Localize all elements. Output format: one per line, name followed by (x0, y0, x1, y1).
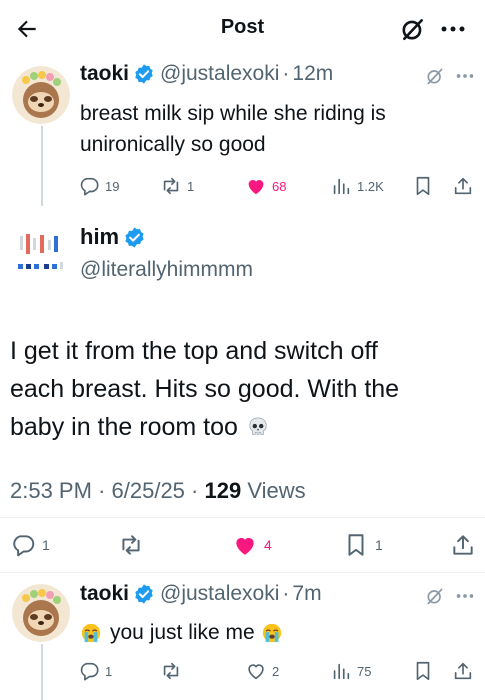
post-time[interactable]: 2:53 PM (10, 478, 92, 503)
divider (0, 517, 485, 518)
handle[interactable]: @justalexoki (160, 62, 279, 86)
reply-button[interactable]: 19 (78, 172, 119, 200)
reply-count: 19 (105, 178, 120, 194)
views-chart-icon (333, 663, 350, 680)
skull-emoji-icon (249, 417, 267, 435)
action-bar: 1 2 75 (0, 657, 485, 685)
like-button[interactable]: 68 (245, 172, 286, 200)
like-count: 4 (264, 537, 272, 553)
views-count: 1.2K (357, 178, 384, 194)
like-count: 2 (272, 663, 280, 679)
reply-icon (80, 177, 99, 196)
timestamp[interactable]: 12m (292, 62, 333, 86)
verified-badge-icon (125, 226, 144, 248)
views-chart-icon (333, 178, 350, 195)
like-count: 68 (272, 178, 287, 194)
heart-filled-icon (248, 180, 264, 195)
post-date[interactable]: 6/25/25 (112, 478, 185, 503)
share-button[interactable] (452, 172, 479, 200)
more-options-icon[interactable] (454, 586, 476, 606)
main-post-text: I get it from the top and switch off eac… (10, 332, 475, 446)
heart-filled-icon (236, 537, 254, 555)
more-options-icon[interactable] (438, 16, 468, 42)
reply-count: 1 (105, 663, 113, 679)
verified-badge-icon (135, 584, 153, 604)
divider (0, 572, 485, 573)
bookmark-button[interactable]: 1 (343, 530, 383, 560)
reply-button[interactable]: 1 (10, 530, 50, 560)
post-text: breast milk sip while she riding is unir… (80, 98, 480, 160)
share-icon (454, 662, 472, 680)
display-name[interactable]: taoki (80, 582, 129, 606)
separator: · (282, 582, 290, 605)
repost-button[interactable] (160, 657, 187, 685)
avatar[interactable] (12, 66, 70, 124)
post-text-line: I get it from the top and switch off (10, 337, 378, 365)
like-button[interactable]: 2 (245, 657, 279, 685)
views-count: 129 (204, 478, 242, 503)
post-text: you just like me (80, 617, 480, 648)
views-button[interactable]: 75 (330, 657, 371, 685)
display-name[interactable]: him (80, 224, 119, 250)
views-label: Views (247, 478, 306, 503)
heart-icon (248, 664, 264, 680)
share-button[interactable] (452, 657, 479, 685)
grok-icon[interactable] (425, 586, 445, 606)
author-row: taoki @justalexoki · 12m (80, 62, 333, 86)
post-text-line: unironically so good (80, 133, 266, 156)
repost-button[interactable]: 1 (160, 172, 194, 200)
display-name[interactable]: taoki (80, 62, 129, 86)
repost-icon (163, 177, 179, 195)
reply-button[interactable]: 1 (78, 657, 112, 685)
profile-image (10, 226, 70, 286)
reply-icon (13, 535, 35, 557)
timestamp[interactable]: 7m (292, 582, 321, 606)
repost-icon (163, 662, 179, 680)
sloth-avatar-image (12, 584, 70, 642)
verified-badge-icon (135, 64, 153, 84)
post-text-line: each breast. Hits so good. With the (10, 375, 400, 403)
handle[interactable]: @justalexoki (160, 582, 279, 606)
post-text-line-last: baby in the room too (10, 408, 475, 446)
avatar[interactable] (10, 226, 70, 286)
author-row: him (80, 224, 151, 250)
bookmark-icon (416, 176, 430, 196)
author-row: taoki @justalexoki · 7m (80, 582, 322, 606)
repost-icon (122, 535, 140, 555)
more-options-icon[interactable] (454, 66, 476, 86)
top-bar: Post (0, 0, 485, 58)
separator: · (191, 478, 199, 503)
share-icon (453, 535, 473, 555)
bookmark-button[interactable] (412, 657, 439, 685)
repost-count: 1 (187, 178, 195, 194)
post-text-line: breast milk sip while she riding is (80, 102, 386, 125)
bookmark-button[interactable] (412, 172, 439, 200)
handle[interactable]: @literallyhimmmm (80, 258, 253, 282)
repost-button[interactable] (118, 530, 150, 560)
views-count: 75 (357, 663, 372, 679)
sloth-avatar-image (12, 66, 70, 124)
bookmark-icon (348, 534, 364, 556)
reply-icon (80, 662, 99, 681)
share-icon (454, 177, 472, 195)
like-button[interactable]: 4 (232, 530, 272, 560)
views-button[interactable]: 1.2K (330, 172, 384, 200)
crying-emoji-icon (81, 623, 101, 642)
avatar[interactable] (12, 584, 70, 642)
reply-count: 1 (42, 537, 50, 553)
bookmark-count: 1 (375, 537, 383, 553)
separator: · (282, 62, 290, 85)
post-text-line: you just like me (110, 621, 255, 644)
action-bar: 19 1 68 1.2K (0, 172, 485, 200)
crying-emoji-icon (262, 623, 281, 642)
separator: · (98, 478, 106, 503)
bookmark-icon (416, 661, 430, 681)
share-button[interactable] (450, 530, 482, 560)
post-text-line: baby in the room too (10, 413, 238, 441)
post-metadata: 2:53 PM · 6/25/25 · 129 Views (10, 478, 306, 504)
grok-icon[interactable] (400, 16, 426, 42)
grok-icon[interactable] (425, 66, 445, 86)
